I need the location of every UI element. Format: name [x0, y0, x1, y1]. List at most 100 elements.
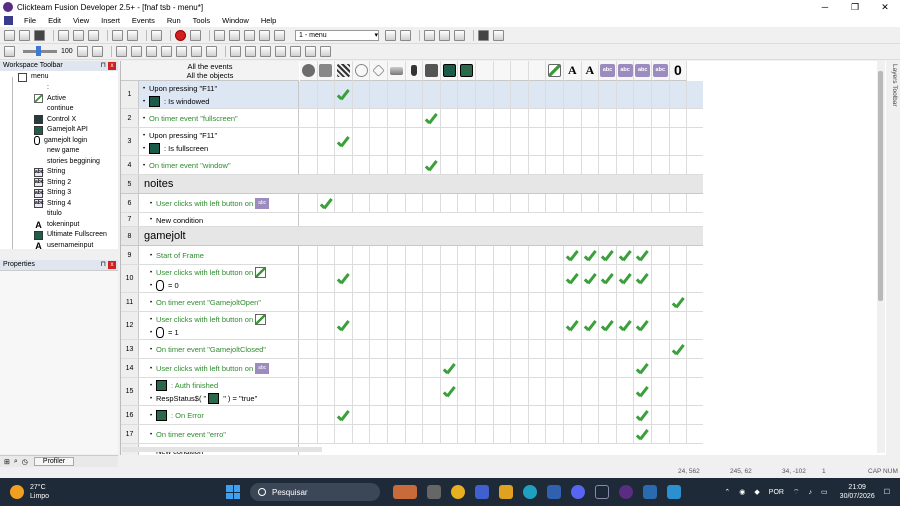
checkmark-icon[interactable]: [635, 362, 650, 376]
action-cell[interactable]: [564, 406, 582, 424]
action-cell[interactable]: [318, 128, 336, 155]
event-row[interactable]: 4 • On timer event "window": [121, 156, 703, 175]
action-cell[interactable]: [564, 265, 582, 292]
action-cell[interactable]: [335, 265, 353, 292]
action-cell[interactable]: [370, 81, 388, 108]
event-line-number[interactable]: 12: [121, 312, 139, 339]
checkmark-icon[interactable]: [635, 272, 650, 286]
action-cell[interactable]: [564, 128, 582, 155]
event-row[interactable]: 17 • On timer event "erro": [121, 425, 703, 444]
event-line-number[interactable]: 10: [121, 265, 139, 292]
action-cell[interactable]: [582, 359, 600, 377]
tree-item[interactable]: Control X: [34, 115, 76, 126]
menu-window[interactable]: Window: [216, 16, 255, 25]
action-cell[interactable]: [529, 406, 547, 424]
event-editor-icon[interactable]: [244, 30, 255, 41]
action-cell[interactable]: [617, 265, 635, 292]
close-icon[interactable]: x: [108, 261, 116, 269]
event-conditions[interactable]: • On timer event "GamejoltClosed": [140, 340, 299, 358]
action-cell[interactable]: [617, 378, 635, 405]
action-cell[interactable]: [582, 425, 600, 443]
action-cell[interactable]: [494, 312, 512, 339]
next-frame-icon[interactable]: [400, 30, 411, 41]
action-cell[interactable]: [670, 156, 688, 174]
action-cell[interactable]: [652, 406, 670, 424]
action-cell[interactable]: [670, 340, 688, 358]
action-cell[interactable]: [582, 265, 600, 292]
action-cell[interactable]: [634, 128, 652, 155]
action-cell[interactable]: [511, 109, 529, 127]
action-cell[interactable]: [511, 312, 529, 339]
insert-event-icon[interactable]: [115, 46, 127, 57]
event-conditions[interactable]: • On timer event "window": [140, 156, 299, 174]
copilot-icon[interactable]: [475, 485, 489, 499]
action-cell[interactable]: [388, 109, 406, 127]
action-cell[interactable]: [494, 109, 512, 127]
action-cell[interactable]: [582, 406, 600, 424]
action-cell[interactable]: [458, 81, 476, 108]
action-cell[interactable]: [529, 378, 547, 405]
action-cell[interactable]: [529, 425, 547, 443]
event-line-number[interactable]: 2: [121, 109, 139, 127]
wifi-icon[interactable]: ⌔: [793, 488, 800, 497]
action-cell[interactable]: [617, 109, 635, 127]
action-cell[interactable]: [546, 359, 564, 377]
action-cell[interactable]: [300, 109, 318, 127]
action-cell[interactable]: [335, 109, 353, 127]
action-cell[interactable]: [546, 194, 564, 212]
action-cell[interactable]: [370, 293, 388, 311]
action-cell[interactable]: [476, 128, 494, 155]
action-cell[interactable]: [370, 340, 388, 358]
action-cell[interactable]: [335, 246, 353, 264]
action-cell[interactable]: [458, 128, 476, 155]
taskbar-clock[interactable]: 21:09 30/07/2026: [840, 483, 875, 501]
action-cell[interactable]: [617, 406, 635, 424]
action-cell[interactable]: [335, 293, 353, 311]
event-line-number[interactable]: 3: [121, 128, 139, 155]
workspace-tree[interactable]: menu : Active continue Control X Gamejolt AP…: [0, 71, 118, 249]
checkmark-icon[interactable]: [635, 409, 650, 423]
action-cell[interactable]: [300, 265, 318, 292]
action-cell[interactable]: [406, 128, 424, 155]
menu-run[interactable]: Run: [161, 16, 187, 25]
action-cell[interactable]: [634, 265, 652, 292]
action-cell[interactable]: [388, 81, 406, 108]
search-icon[interactable]: ⌕: [14, 458, 18, 466]
tab-profiler[interactable]: Profiler: [33, 457, 75, 466]
action-cell[interactable]: [441, 109, 459, 127]
action-cell[interactable]: [564, 109, 582, 127]
action-cell[interactable]: [423, 293, 441, 311]
event-row[interactable]: 14 • User clicks with left button on abc: [121, 359, 703, 378]
action-cell[interactable]: [617, 293, 635, 311]
event-line-number[interactable]: 14: [121, 359, 139, 377]
action-cell[interactable]: [353, 246, 371, 264]
action-cell[interactable]: [476, 81, 494, 108]
action-cell[interactable]: [388, 340, 406, 358]
clickteam-fusion-icon[interactable]: [619, 485, 633, 499]
action-cell[interactable]: [599, 109, 617, 127]
action-cell[interactable]: [494, 128, 512, 155]
menu-view[interactable]: View: [67, 16, 95, 25]
action-cell[interactable]: [529, 109, 547, 127]
layers-toolbar-tab[interactable]: Layers Toolbar: [888, 64, 898, 124]
action-cell[interactable]: [582, 246, 600, 264]
action-cell[interactable]: [582, 293, 600, 311]
condition-line[interactable]: • = 1: [140, 326, 299, 339]
condition-line[interactable]: •: Auth finished: [140, 379, 299, 392]
checkmark-icon[interactable]: [565, 272, 580, 286]
action-cell[interactable]: [458, 246, 476, 264]
object-column-header[interactable]: [528, 61, 547, 81]
action-cell[interactable]: [318, 156, 336, 174]
action-cell[interactable]: [388, 312, 406, 339]
action-cell[interactable]: [423, 81, 441, 108]
action-cell[interactable]: [494, 246, 512, 264]
previous-frame-icon[interactable]: [385, 30, 396, 41]
tray-dropbox-icon[interactable]: ◆: [754, 488, 759, 496]
action-cell[interactable]: [511, 406, 529, 424]
pin-icon[interactable]: ⊓: [101, 260, 106, 270]
action-cell[interactable]: [511, 425, 529, 443]
action-cell[interactable]: [335, 406, 353, 424]
save-icon[interactable]: [34, 30, 45, 41]
condition-line[interactable]: •: On Error: [140, 406, 299, 425]
action-cell[interactable]: [670, 246, 688, 264]
